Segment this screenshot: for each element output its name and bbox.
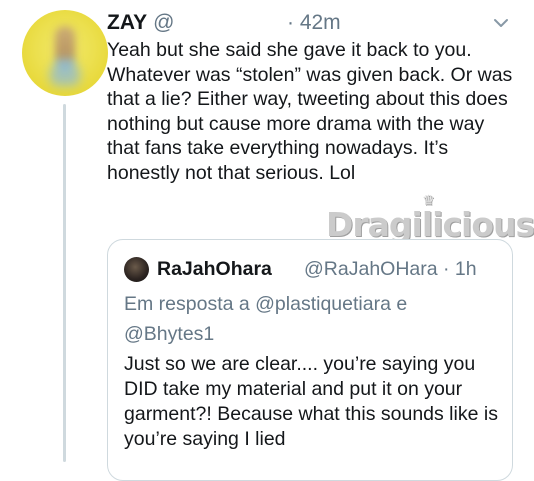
chevron-down-icon[interactable] — [490, 12, 512, 34]
quoted-author-name: RaJahOhara — [157, 258, 272, 280]
quoted-avatar — [124, 257, 149, 282]
tweet-header: ZAY @ · 42m — [107, 10, 514, 36]
avatar[interactable] — [22, 10, 108, 96]
quoted-tweet-card[interactable]: RaJahOhara @RaJahOHara · 1h Em resposta … — [107, 239, 513, 481]
avatar-figure-lower — [50, 64, 80, 86]
author-name[interactable]: ZAY — [107, 11, 147, 34]
watermark-crown-icon: ♛ — [422, 193, 435, 209]
quoted-reply-context: Em resposta a @plastiquetiara e @Bhytes1 — [124, 293, 408, 345]
quoted-handle-time: @RaJahOHara · 1h — [304, 258, 477, 280]
quoted-tweet-text: Just so we are clear.... you’re saying y… — [124, 353, 498, 450]
author-handle[interactable]: @ — [153, 11, 174, 34]
thread-line — [63, 104, 66, 462]
tweet-time[interactable]: · 42m — [287, 10, 341, 36]
tweet-text: Yeah but she said she gave it back to yo… — [107, 39, 513, 184]
